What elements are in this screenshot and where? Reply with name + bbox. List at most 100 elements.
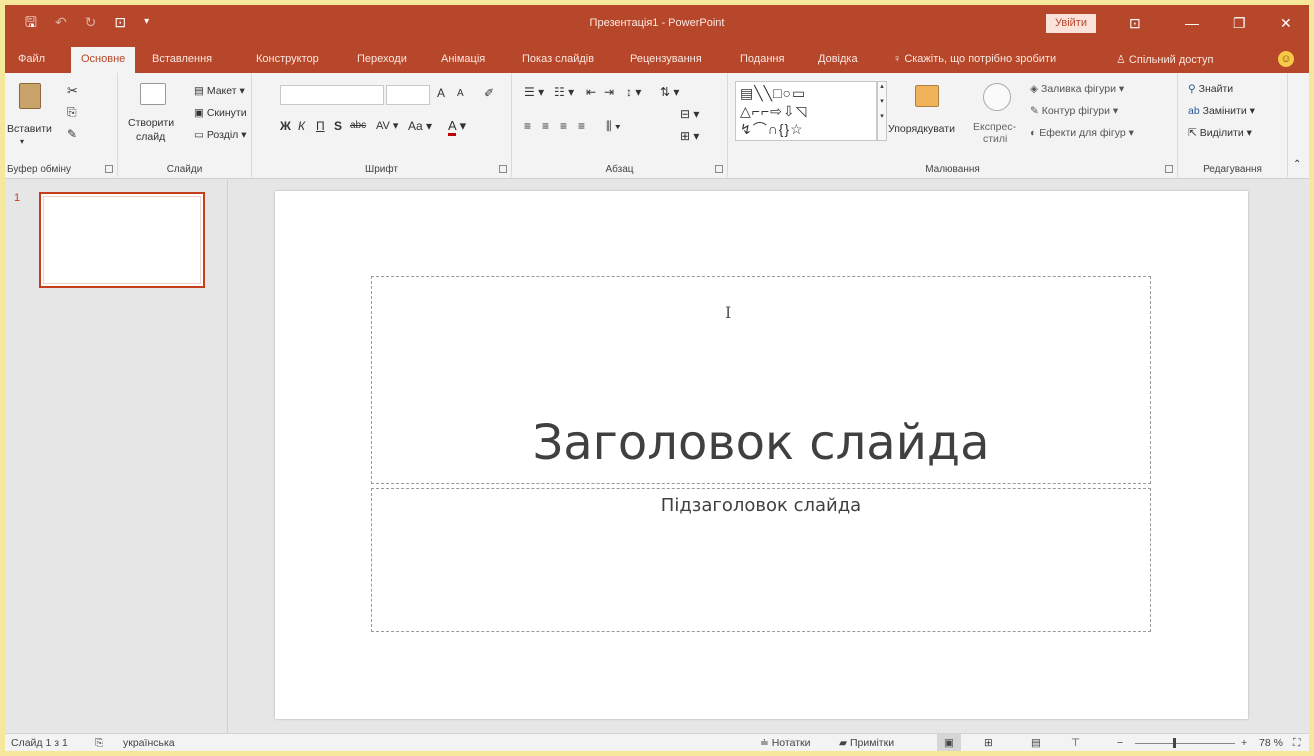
slide-sorter-icon[interactable]: ⊞ — [984, 737, 993, 749]
slide-thumbnail[interactable] — [39, 192, 205, 288]
numbering-icon[interactable]: ☷ ▾ — [554, 85, 574, 99]
reset-button[interactable]: ▣ Скинути — [194, 107, 247, 119]
bullets-icon[interactable]: ☰ ▾ — [524, 85, 544, 99]
text-shadow-button[interactable]: S — [334, 119, 342, 133]
shape-outline-button[interactable]: ✎ Контур фігури ▾ — [1030, 105, 1118, 117]
minimize-icon[interactable]: — — [1185, 15, 1199, 31]
group-font: A A ✐ Ж К П S abc AV ▾ Aa ▾ A ▾ Шрифт — [252, 73, 512, 177]
notes-button[interactable]: ≐ Нотатки — [760, 737, 810, 749]
find-label: Знайти — [1198, 83, 1234, 95]
feedback-smiley-icon[interactable]: ☺ — [1278, 51, 1294, 67]
ribbon-display-options-icon[interactable]: ⊡ — [1129, 15, 1141, 32]
comments-label: Примітки — [850, 737, 895, 749]
quick-styles-icon[interactable] — [983, 83, 1011, 111]
italic-button[interactable]: К — [298, 119, 305, 133]
font-family-combo[interactable] — [280, 85, 384, 105]
quick-styles-label-2[interactable]: стилі — [983, 133, 1007, 145]
clipboard-launcher-icon[interactable] — [105, 165, 113, 173]
tab-animations[interactable]: Анімація — [441, 53, 485, 65]
align-text-icon[interactable]: ⊟ ▾ — [680, 107, 699, 121]
new-slide-label-2[interactable]: слайд — [136, 131, 165, 143]
tab-design[interactable]: Конструктор — [256, 53, 319, 65]
shapes-gallery[interactable]: ▤╲╲□○▭ △⌐⌐⇨⇩◹ ↯⌒∩{}☆ — [735, 81, 877, 141]
new-slide-icon[interactable] — [140, 83, 166, 105]
paste-dropdown-icon[interactable]: ▾ — [20, 137, 24, 146]
comments-button[interactable]: ▰ Примітки — [839, 737, 894, 749]
font-size-combo[interactable] — [386, 85, 430, 105]
zoom-slider-thumb[interactable] — [1173, 738, 1176, 748]
slide-title[interactable]: Заголовок слайда — [372, 415, 1150, 471]
zoom-level[interactable]: 78 % — [1259, 737, 1283, 749]
spellcheck-icon[interactable]: ⎘ — [95, 737, 103, 750]
select-button[interactable]: ⇱ Виділити ▾ — [1188, 127, 1252, 139]
tell-me-search[interactable]: ♀ Скажіть, що потрібно зробити — [893, 53, 1056, 65]
tab-help[interactable]: Довідка — [818, 53, 858, 65]
align-center-icon[interactable]: ≡ — [542, 119, 549, 133]
shape-fill-button[interactable]: ◈ Заливка фігури ▾ — [1030, 83, 1124, 95]
paste-button[interactable]: Вставити — [7, 123, 52, 135]
slide-canvas[interactable]: Заголовок слайда I Підзаголовок слайда — [275, 191, 1248, 719]
tab-insert[interactable]: Вставлення — [152, 53, 212, 65]
tab-home[interactable]: Основне — [71, 47, 136, 73]
shape-effects-button[interactable]: ◐ Ефекти для фігур ▾ — [1030, 127, 1134, 139]
grow-font-button[interactable]: A — [437, 86, 445, 100]
arrange-icon[interactable] — [915, 85, 939, 107]
underline-button[interactable]: П — [316, 119, 325, 133]
share-button[interactable]: ♙ Спільний доступ — [1116, 53, 1214, 66]
tab-slideshow[interactable]: Показ слайдів — [522, 53, 594, 65]
font-color-button[interactable]: A ▾ — [448, 118, 466, 136]
align-left-icon[interactable]: ≡ — [524, 119, 531, 133]
bold-button[interactable]: Ж — [280, 119, 291, 133]
arrange-button[interactable]: Упорядкувати — [888, 123, 955, 135]
decrease-indent-icon[interactable]: ⇤ — [586, 85, 596, 99]
slideshow-view-icon[interactable]: ⊤ — [1071, 737, 1080, 749]
increase-indent-icon[interactable]: ⇥ — [604, 85, 614, 99]
fit-to-window-icon[interactable]: ⛶ — [1293, 737, 1300, 750]
drawing-launcher-icon[interactable] — [1165, 165, 1173, 173]
replace-button[interactable]: ab Замінити ▾ — [1188, 105, 1255, 117]
slide-subtitle[interactable]: Підзаголовок слайда — [372, 495, 1150, 516]
reading-view-icon[interactable]: ▤ — [1031, 737, 1041, 749]
tab-transitions[interactable]: Переходи — [357, 53, 407, 65]
collapse-ribbon-icon[interactable]: ⌃ — [1293, 159, 1301, 170]
close-icon[interactable]: ✕ — [1280, 15, 1292, 32]
font-launcher-icon[interactable] — [499, 165, 507, 173]
clear-formatting-icon[interactable]: ✐ — [484, 86, 494, 100]
text-direction-icon[interactable]: ⇅ ▾ — [660, 85, 679, 99]
subtitle-placeholder[interactable]: Підзаголовок слайда — [371, 488, 1151, 632]
quick-styles-button[interactable]: Експрес- — [973, 121, 1016, 133]
layout-button[interactable]: ▤ Макет ▾ — [194, 85, 245, 97]
line-spacing-icon[interactable]: ↕ ▾ — [626, 85, 641, 99]
format-painter-icon[interactable]: ✎ — [67, 127, 77, 141]
section-button[interactable]: ▭ Розділ ▾ — [194, 129, 246, 141]
zoom-in-button[interactable]: + — [1241, 737, 1247, 749]
zoom-slider-track[interactable] — [1135, 743, 1235, 744]
new-slide-button[interactable]: Створити — [128, 117, 174, 129]
title-placeholder[interactable]: Заголовок слайда — [371, 276, 1151, 484]
comment-icon: ▰ — [839, 737, 850, 749]
align-right-icon[interactable]: ≡ — [560, 119, 567, 133]
shrink-font-button[interactable]: A — [457, 88, 464, 99]
shapes-gallery-scroll[interactable]: ▴ ▾ ▾ — [877, 81, 887, 141]
strikethrough-button[interactable]: abc — [350, 120, 366, 131]
normal-view-icon[interactable]: ▣ — [937, 734, 961, 751]
paste-icon[interactable] — [19, 83, 41, 109]
cut-icon[interactable]: ✂ — [67, 83, 78, 99]
find-button[interactable]: ⚲ Знайти — [1188, 83, 1233, 95]
copy-icon[interactable]: ⎘ — [67, 105, 77, 120]
justify-icon[interactable]: ≡ — [578, 119, 585, 133]
tab-review[interactable]: Рецензування — [630, 53, 702, 65]
zoom-out-button[interactable]: − — [1117, 737, 1123, 749]
title-bar: 🖫 ↶ ↻ ⊡ ▾ Презентація1 - PowerPoint Увій… — [5, 5, 1309, 43]
paragraph-launcher-icon[interactable] — [715, 165, 723, 173]
language-indicator[interactable]: українська — [123, 737, 175, 749]
columns-icon[interactable]: ⫼ ▾ — [606, 119, 621, 134]
tab-file[interactable]: Файл — [18, 53, 45, 65]
tab-view[interactable]: Подання — [740, 53, 784, 65]
signin-button[interactable]: Увійти — [1046, 14, 1096, 33]
char-spacing-icon[interactable]: AV ▾ — [376, 119, 398, 132]
shapes-row-3: ↯⌒∩{}☆ — [740, 121, 804, 137]
change-case-button[interactable]: Aa ▾ — [408, 119, 432, 133]
restore-icon[interactable]: ❐ — [1233, 15, 1246, 32]
smartart-icon[interactable]: ⊞ ▾ — [680, 129, 699, 143]
